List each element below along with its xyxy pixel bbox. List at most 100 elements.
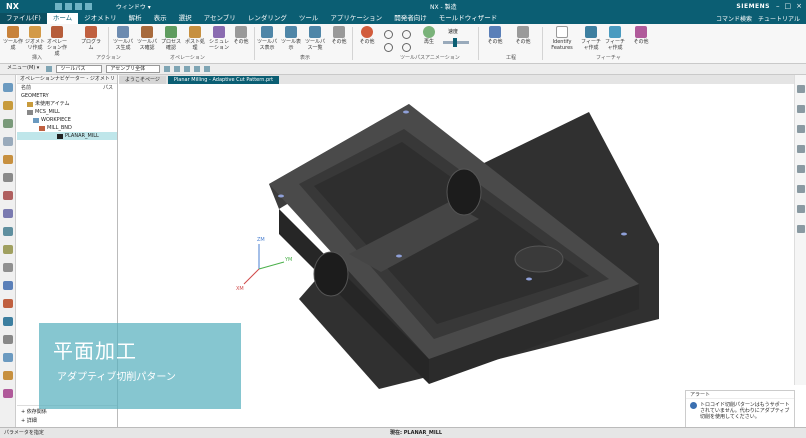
identify-features-button[interactable]: Identify Features xyxy=(548,26,576,51)
save-icon[interactable] xyxy=(54,2,62,10)
more-button-3[interactable]: その他 xyxy=(356,26,378,45)
system-materials-icon[interactable] xyxy=(3,263,13,272)
history-icon[interactable] xyxy=(3,173,13,182)
play-button[interactable]: 再生 xyxy=(418,26,440,45)
more-button-2[interactable]: その他 xyxy=(328,26,350,45)
process-icon[interactable] xyxy=(3,191,13,200)
wireframe-icon[interactable] xyxy=(797,185,805,193)
details-panel[interactable]: + 詳細 xyxy=(21,417,113,426)
feature-tool-icon[interactable] xyxy=(3,299,13,308)
output-button[interactable]: その他 xyxy=(512,26,534,45)
history-list-icon[interactable] xyxy=(3,371,13,380)
clock-icon[interactable] xyxy=(3,335,13,344)
column-name[interactable]: 名前 xyxy=(21,84,31,92)
snap-mid-icon[interactable] xyxy=(194,66,201,72)
tab-application[interactable]: アプリケーション xyxy=(324,13,388,24)
create-tool-button[interactable]: ツール作成 xyxy=(2,26,24,51)
menu-button[interactable]: メニュー(M) ▾ xyxy=(4,65,42,73)
pan-icon[interactable] xyxy=(797,145,805,153)
assembly-navigator-icon[interactable] xyxy=(3,137,13,146)
command-search[interactable]: コマンド検索 xyxy=(716,14,752,23)
tab-developer[interactable]: 開発者向け xyxy=(388,13,433,24)
create-operation-button[interactable]: オペレーション作成 xyxy=(46,26,68,57)
undo-icon[interactable] xyxy=(64,2,72,10)
snap-icon[interactable] xyxy=(164,66,171,72)
brand-logo: SIEMENS xyxy=(736,2,770,10)
fit-view-icon[interactable] xyxy=(797,85,805,93)
more-button-1[interactable]: その他 xyxy=(230,26,252,45)
snap-point-icon[interactable] xyxy=(174,66,181,72)
zoom-icon[interactable] xyxy=(797,105,805,113)
tab-select[interactable]: 選択 xyxy=(173,13,198,24)
rotate-icon[interactable] xyxy=(797,125,805,133)
tab-assembly[interactable]: アセンブリ xyxy=(198,13,242,24)
machine-tool-icon[interactable] xyxy=(3,101,13,110)
more-button-4[interactable]: その他 xyxy=(630,26,652,45)
palette-icon[interactable] xyxy=(3,227,13,236)
post-process-button[interactable]: ポスト処理 xyxy=(184,26,206,51)
dependencies-panel[interactable]: + 依存関係 xyxy=(21,408,113,417)
tab-view[interactable]: 表示 xyxy=(148,13,173,24)
tree-item-workpiece[interactable]: WORKPIECE xyxy=(17,116,117,124)
process-check-button[interactable]: プロセス確認 xyxy=(160,26,182,51)
snap-end-icon[interactable] xyxy=(184,66,191,72)
reuse-library-icon[interactable] xyxy=(3,155,13,164)
selection-toolbar: メニュー(M) ▾ ツールパス アセンブリ全体 xyxy=(0,64,806,75)
tab-part-file[interactable]: Planar Milling - Adaptive Cut Pattern.pr… xyxy=(167,76,280,84)
roles-icon[interactable] xyxy=(3,245,13,254)
program-button[interactable]: プログラム xyxy=(80,26,102,51)
step-forward-icon[interactable] xyxy=(402,43,411,52)
web-browser-icon[interactable] xyxy=(3,209,13,218)
tab-home[interactable]: ホーム xyxy=(46,13,79,24)
toolpath-display-icon xyxy=(261,26,273,38)
column-path[interactable]: パス xyxy=(103,84,113,92)
tools-icon[interactable] xyxy=(3,389,13,398)
tree-item-unused[interactable]: 未使用アイテム xyxy=(17,100,117,108)
tree-item-planar-mill[interactable]: PLANAR_MILL xyxy=(17,132,117,140)
create-geometry-button[interactable]: ジオメトリ作成 xyxy=(24,26,46,51)
tab-geometry[interactable]: ジオメトリ xyxy=(78,13,123,24)
step-back-icon[interactable] xyxy=(402,30,411,39)
simulation-button[interactable]: シミュレーション xyxy=(208,26,230,51)
tab-welcome[interactable]: ようこそページ xyxy=(119,76,166,84)
help-icon[interactable] xyxy=(3,353,13,362)
snap-center-icon[interactable] xyxy=(204,66,211,72)
tab-analysis[interactable]: 解析 xyxy=(123,13,148,24)
window-menu[interactable]: ウィンドウ ▾ xyxy=(116,2,151,11)
copy-icon[interactable] xyxy=(84,2,92,10)
tab-file[interactable]: ファイル(F) xyxy=(0,13,47,24)
operation-navigator-icon[interactable] xyxy=(3,83,13,92)
verify-toolpath-button[interactable]: ツールパス確認 xyxy=(136,26,158,51)
tree-item-mill-bnd[interactable]: MILL_BND xyxy=(17,124,117,132)
display-tool-button[interactable]: ツール表示 xyxy=(280,26,302,51)
orient-icon[interactable] xyxy=(797,225,805,233)
create-feature-button[interactable]: フィーチャ作成 xyxy=(580,26,602,51)
filter-icon[interactable] xyxy=(46,66,53,72)
scope-select[interactable]: アセンブリ全体 xyxy=(106,65,161,73)
tab-tools[interactable]: ツール xyxy=(293,13,325,24)
tab-mold-wizard[interactable]: モールドウィザード xyxy=(433,13,504,24)
section-icon[interactable] xyxy=(797,205,805,213)
settings-icon[interactable] xyxy=(3,281,13,290)
generate-toolpath-button[interactable]: ツールパス生成 xyxy=(112,26,134,51)
shaded-icon[interactable] xyxy=(797,165,805,173)
tutorial-link[interactable]: チュートリアル xyxy=(758,14,800,23)
display-toolpath-button[interactable]: ツールパス表示 xyxy=(256,26,278,51)
toolpath-list-button[interactable]: ツールパス一覧 xyxy=(304,26,326,51)
tree-item-mcs[interactable]: MCS_MILL xyxy=(17,108,117,116)
shop-doc-button[interactable]: その他 xyxy=(484,26,506,45)
tree-item-geometry[interactable]: GEOMETRY xyxy=(17,92,117,100)
feature-icon xyxy=(585,26,597,38)
close-icon[interactable]: × xyxy=(796,2,802,10)
part-navigator-icon[interactable] xyxy=(3,119,13,128)
maximize-icon[interactable]: □ xyxy=(785,2,792,10)
minimize-icon[interactable]: – xyxy=(776,2,780,10)
redo-icon[interactable] xyxy=(74,2,82,10)
globe-icon[interactable] xyxy=(3,317,13,326)
feature-group-button[interactable]: フィーチャ作成 xyxy=(604,26,626,51)
tab-render[interactable]: レンダリング xyxy=(242,13,293,24)
speed-slider-knob[interactable] xyxy=(453,38,457,47)
type-filter-select[interactable]: ツールパス xyxy=(56,65,103,73)
stop-icon[interactable] xyxy=(384,43,393,52)
rewind-icon[interactable] xyxy=(384,30,393,39)
